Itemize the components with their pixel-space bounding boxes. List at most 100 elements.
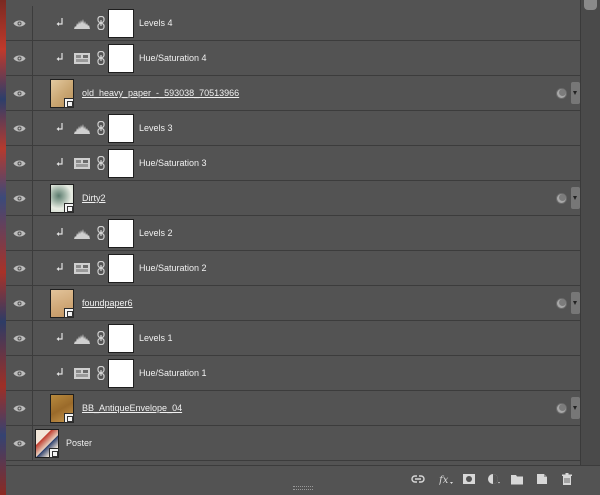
visibility-eye-icon[interactable] — [6, 426, 33, 460]
layer-name[interactable]: Levels 2 — [139, 216, 173, 250]
layer-name[interactable]: Dirty2 — [82, 181, 106, 215]
hue-saturation-adjustment-icon[interactable] — [74, 263, 90, 274]
effects-expand-icon[interactable] — [571, 187, 580, 209]
layer-name[interactable]: Hue/Saturation 1 — [139, 356, 207, 390]
layer-name[interactable]: Levels 1 — [139, 321, 173, 355]
clipping-arrow-icon — [56, 18, 64, 28]
layer-name[interactable]: Levels 3 — [139, 111, 173, 145]
new-layer-icon[interactable] — [534, 472, 550, 486]
layer-effects-icon[interactable] — [554, 400, 570, 416]
clipping-arrow-icon — [56, 263, 64, 273]
clipping-arrow-icon — [56, 123, 64, 133]
layer-name[interactable]: foundpaper6 — [82, 286, 133, 320]
layer-name[interactable]: Levels 4 — [139, 6, 173, 40]
layer-row[interactable]: Hue/Saturation 2 — [6, 251, 580, 286]
layer-effects-icon[interactable] — [554, 85, 570, 101]
clipping-arrow-icon — [56, 158, 64, 168]
layer-row[interactable]: Levels 3 — [6, 111, 580, 146]
layers-panel: Levels 4 Hue/Saturation 4 old_heavy_paper_… — [6, 0, 600, 495]
layer-row[interactable]: Levels 1 — [6, 321, 580, 356]
fx-icon[interactable]: fx — [438, 472, 454, 486]
layer-mask-thumbnail[interactable] — [108, 254, 134, 283]
visibility-eye-icon[interactable] — [6, 391, 33, 425]
levels-adjustment-icon[interactable] — [74, 333, 90, 344]
mask-link-icon[interactable] — [97, 330, 105, 346]
layers-list: Levels 4 Hue/Saturation 4 old_heavy_paper_… — [6, 0, 580, 465]
smart-object-icon — [64, 308, 74, 318]
hue-saturation-adjustment-icon[interactable] — [74, 368, 90, 379]
layer-thumbnail[interactable] — [50, 79, 74, 108]
visibility-eye-icon[interactable] — [6, 321, 33, 355]
layer-row[interactable]: BB_AntiqueEnvelope_04 — [6, 391, 580, 426]
smart-object-icon — [64, 98, 74, 108]
layer-row[interactable]: Dirty2 — [6, 181, 580, 216]
layer-thumbnail[interactable] — [50, 184, 74, 213]
layer-mask-thumbnail[interactable] — [108, 149, 134, 178]
layer-row[interactable]: Hue/Saturation 4 — [6, 41, 580, 76]
visibility-eye-icon[interactable] — [6, 146, 33, 180]
layer-name[interactable]: Hue/Saturation 4 — [139, 41, 207, 75]
mask-link-icon[interactable] — [97, 155, 105, 171]
levels-adjustment-icon[interactable] — [74, 123, 90, 134]
layer-thumbnail[interactable] — [50, 394, 74, 423]
layer-thumbnail[interactable] — [50, 289, 74, 318]
visibility-eye-icon[interactable] — [6, 181, 33, 215]
layer-row[interactable]: Levels 2 — [6, 216, 580, 251]
layer-name[interactable]: BB_AntiqueEnvelope_04 — [82, 391, 182, 425]
layer-mask-thumbnail[interactable] — [108, 9, 134, 38]
layer-mask-thumbnail[interactable] — [108, 359, 134, 388]
mask-link-icon[interactable] — [97, 15, 105, 31]
layer-thumbnail[interactable] — [35, 429, 59, 458]
layer-row[interactable]: Hue/Saturation 3 — [6, 146, 580, 181]
mask-link-icon[interactable] — [97, 260, 105, 276]
add-mask-icon[interactable] — [461, 472, 477, 486]
hue-saturation-adjustment-icon[interactable] — [74, 53, 90, 64]
hue-saturation-adjustment-icon[interactable] — [74, 158, 90, 169]
link-layers-icon[interactable] — [410, 472, 426, 486]
resize-grip[interactable] — [293, 486, 313, 490]
levels-adjustment-icon[interactable] — [74, 18, 90, 29]
layer-row[interactable]: old_heavy_paper_-_593038_70513966 — [6, 76, 580, 111]
layer-mask-thumbnail[interactable] — [108, 324, 134, 353]
visibility-eye-icon[interactable] — [6, 286, 33, 320]
effects-expand-icon[interactable] — [571, 82, 580, 104]
layer-mask-thumbnail[interactable] — [108, 114, 134, 143]
layer-name[interactable]: old_heavy_paper_-_593038_70513966 — [82, 76, 239, 110]
scrollbar-thumb[interactable] — [584, 0, 597, 10]
mask-link-icon[interactable] — [97, 50, 105, 66]
clipping-arrow-icon — [56, 228, 64, 238]
clipping-arrow-icon — [56, 368, 64, 378]
layer-effects-icon[interactable] — [554, 190, 570, 206]
clipping-arrow-icon — [56, 53, 64, 63]
smart-object-icon — [64, 203, 74, 213]
mask-link-icon[interactable] — [97, 365, 105, 381]
visibility-eye-icon[interactable] — [6, 216, 33, 250]
layer-name[interactable]: Hue/Saturation 3 — [139, 146, 207, 180]
visibility-eye-icon[interactable] — [6, 6, 33, 40]
delete-layer-icon[interactable] — [559, 472, 575, 486]
visibility-eye-icon[interactable] — [6, 251, 33, 285]
layer-name[interactable]: Poster — [66, 426, 92, 460]
layer-mask-thumbnail[interactable] — [108, 219, 134, 248]
layer-row[interactable]: foundpaper6 — [6, 286, 580, 321]
svg-text:fx: fx — [439, 475, 449, 485]
visibility-eye-icon[interactable] — [6, 76, 33, 110]
effects-expand-icon[interactable] — [571, 397, 580, 419]
layers-scrollbar[interactable] — [580, 0, 600, 465]
visibility-eye-icon[interactable] — [6, 111, 33, 145]
layer-row[interactable]: Poster — [6, 426, 580, 461]
layer-row[interactable]: Levels 4 — [6, 6, 580, 41]
clipping-arrow-icon — [56, 333, 64, 343]
levels-adjustment-icon[interactable] — [74, 228, 90, 239]
layer-row[interactable]: Hue/Saturation 1 — [6, 356, 580, 391]
visibility-eye-icon[interactable] — [6, 356, 33, 390]
visibility-eye-icon[interactable] — [6, 41, 33, 75]
mask-link-icon[interactable] — [97, 225, 105, 241]
layer-mask-thumbnail[interactable] — [108, 44, 134, 73]
layer-effects-icon[interactable] — [554, 295, 570, 311]
effects-expand-icon[interactable] — [571, 292, 580, 314]
layer-name[interactable]: Hue/Saturation 2 — [139, 251, 207, 285]
new-group-icon[interactable] — [509, 472, 525, 486]
mask-link-icon[interactable] — [97, 120, 105, 136]
adjustment-layer-icon[interactable] — [485, 472, 501, 486]
